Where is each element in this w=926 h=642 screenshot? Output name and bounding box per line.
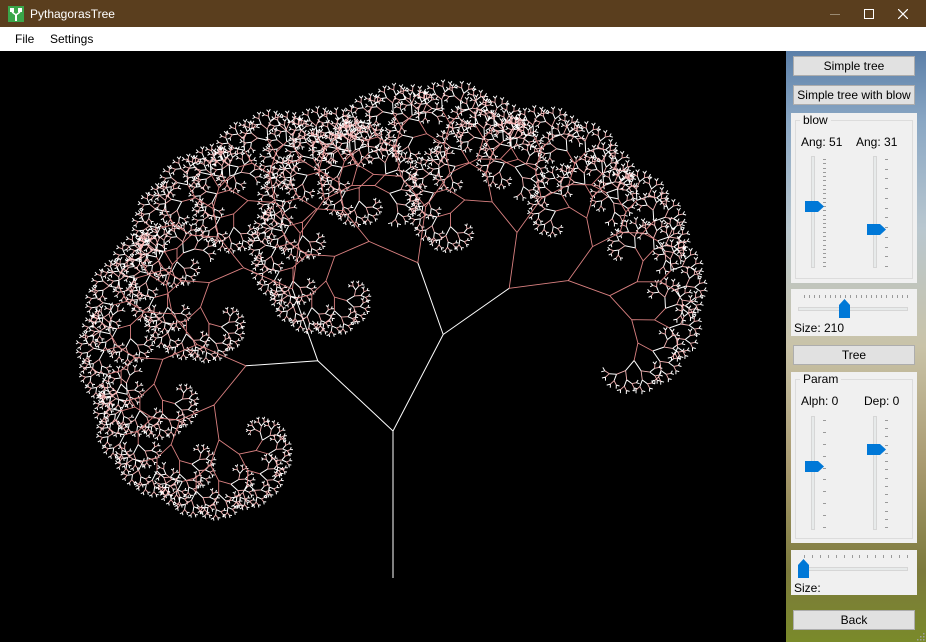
maximize-icon xyxy=(864,8,874,19)
control-panel: Simple tree Simple tree with blow blow A… xyxy=(786,51,926,642)
close-icon xyxy=(898,8,908,19)
blow-angle1-thumb[interactable] xyxy=(805,201,824,212)
param-size-slider-box: Size: xyxy=(791,550,917,595)
simple-tree-with-blow-button[interactable]: Simple tree with blow xyxy=(793,85,915,105)
param-alpha-track[interactable] xyxy=(811,416,815,530)
title-bar: PythagorasTree xyxy=(0,0,926,27)
blow-angle1-label: Ang: 51 xyxy=(801,135,843,149)
close-button[interactable] xyxy=(886,0,920,27)
minimize-icon xyxy=(830,13,840,15)
blow-group-title: blow xyxy=(800,113,831,127)
window-title: PythagorasTree xyxy=(30,7,115,21)
blow-angle2-thumb[interactable] xyxy=(867,224,886,235)
blow-size-slider-box: Size: 210 xyxy=(791,289,917,336)
menu-file[interactable]: File xyxy=(15,32,34,46)
blow-angle2-ticks xyxy=(885,159,889,267)
blow-size-track[interactable] xyxy=(798,307,908,311)
param-size-thumb[interactable] xyxy=(798,559,809,578)
resize-grip-icon[interactable] xyxy=(915,631,925,641)
blow-group: blow Ang: 51 Ang: 31 xyxy=(791,113,917,283)
blow-angle1-ticks xyxy=(823,159,827,267)
param-group-title: Param xyxy=(800,372,842,386)
blow-angle1-track[interactable] xyxy=(811,156,815,268)
param-depth-thumb[interactable] xyxy=(867,444,886,455)
tree-branches xyxy=(75,79,708,578)
blow-angle2-label: Ang: 31 xyxy=(856,135,898,149)
back-button[interactable]: Back xyxy=(793,610,915,630)
blow-size-label: Size: 210 xyxy=(794,321,845,335)
param-alpha-thumb[interactable] xyxy=(805,461,824,472)
pythagoras-tree-drawing xyxy=(75,79,708,578)
param-depth-ticks xyxy=(885,420,889,528)
param-alpha-label: Alph: 0 xyxy=(801,394,839,408)
blow-size-thumb[interactable] xyxy=(839,299,850,318)
param-size-label: Size: xyxy=(794,581,821,595)
param-size-track[interactable] xyxy=(798,567,908,571)
blow-size-ticks xyxy=(804,295,908,299)
tree-canvas[interactable] xyxy=(0,51,786,642)
minimize-button[interactable] xyxy=(818,0,852,27)
tree-app-icon xyxy=(8,6,24,22)
param-depth-label: Dep: 0 xyxy=(864,394,900,408)
param-size-ticks xyxy=(804,555,908,559)
param-depth-track[interactable] xyxy=(873,416,877,530)
blow-angle2-track[interactable] xyxy=(873,156,877,268)
tree-button[interactable]: Tree xyxy=(793,345,915,365)
simple-tree-button[interactable]: Simple tree xyxy=(793,56,915,76)
menu-settings[interactable]: Settings xyxy=(50,32,93,46)
maximize-button[interactable] xyxy=(852,0,886,27)
param-group: Param Alph: 0 Dep: 0 xyxy=(791,372,917,543)
param-alpha-ticks xyxy=(823,420,827,528)
menu-bar: File Settings xyxy=(0,27,926,51)
